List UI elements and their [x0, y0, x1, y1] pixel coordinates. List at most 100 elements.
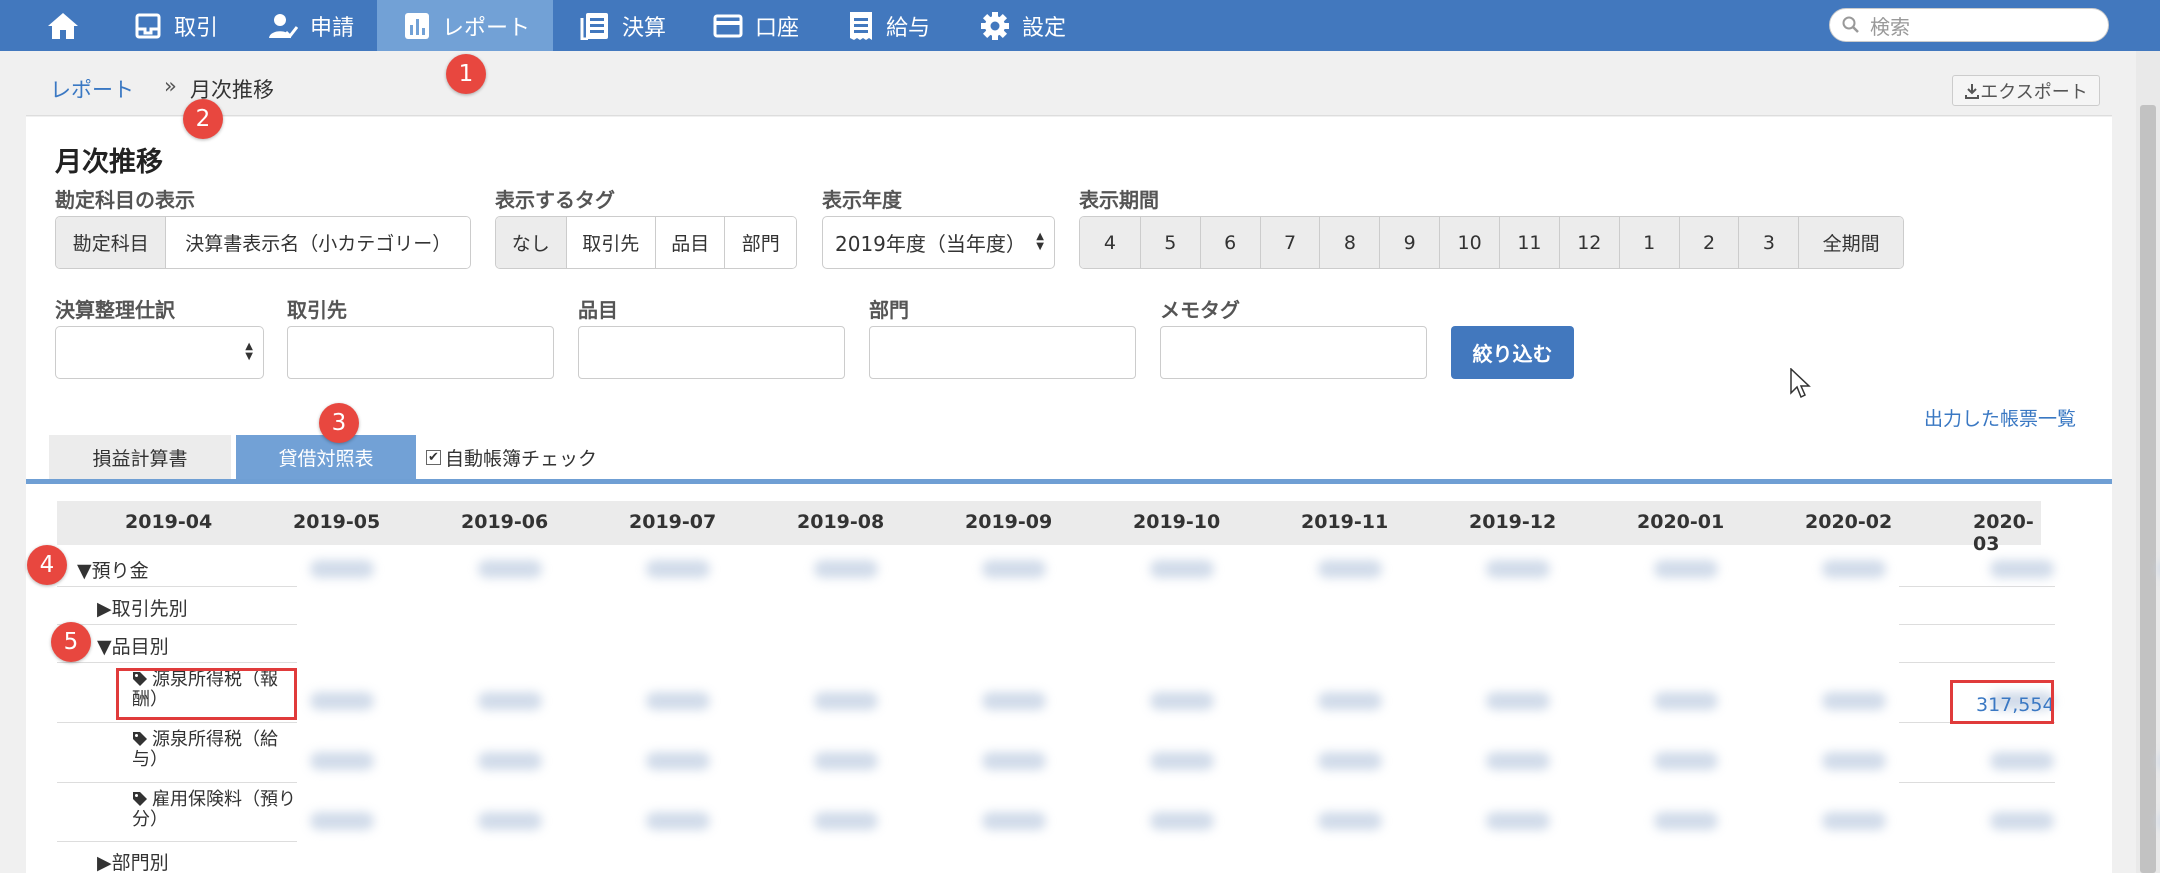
top-navigation: 取引 申請 レポート 決算 口座 給与 設定 検索	[0, 0, 2160, 51]
page-title: 月次推移	[55, 147, 163, 178]
month-header: 2020-01	[1637, 511, 1725, 533]
memo-tag-input[interactable]	[1160, 326, 1427, 379]
redacted-value	[1150, 560, 1214, 578]
period-option[interactable]: 4	[1080, 217, 1140, 268]
row-divider	[57, 662, 297, 663]
redacted-value	[1486, 812, 1550, 830]
nav-item-label: 給与	[886, 15, 931, 41]
period-option[interactable]: 1	[1618, 217, 1679, 268]
nav-item-accounts[interactable]: 口座	[713, 0, 799, 51]
row-employment-insurance[interactable]: 雇用保険料（預り分）	[132, 790, 302, 830]
month-header: 2019-09	[965, 511, 1053, 533]
tag-option-none[interactable]: なし	[496, 217, 566, 268]
month-header: 2019-11	[1301, 511, 1389, 533]
nav-item-transactions[interactable]: 取引	[134, 0, 218, 51]
nav-item-closing[interactable]: 決算	[580, 0, 666, 51]
row-deposits[interactable]: ▼預り金	[77, 556, 149, 583]
redacted-value	[310, 812, 374, 830]
period-label: 表示期間	[1079, 188, 1159, 212]
row-by-item[interactable]: ▼品目別	[97, 632, 169, 659]
closing-entries-select[interactable]: ▲ ▼	[55, 326, 264, 379]
tag-option-partner[interactable]: 取引先	[565, 217, 655, 268]
annotation-badge-5: 5	[51, 622, 91, 662]
nav-item-label: 申請	[310, 15, 355, 41]
tag-display-label: 表示するタグ	[495, 188, 615, 212]
table-header: 2019-04 2019-05 2019-06 2019-07 2019-08 …	[57, 501, 2041, 555]
mouse-cursor-icon	[1790, 368, 1811, 399]
redacted-value	[1318, 752, 1382, 770]
nav-item-settings[interactable]: 設定	[980, 0, 1066, 51]
row-divider	[1899, 624, 2055, 625]
period-option[interactable]: 7	[1259, 217, 1320, 268]
nav-home[interactable]	[46, 0, 92, 51]
filter-submit-button[interactable]: 絞り込む	[1451, 326, 1574, 379]
redacted-value	[1822, 812, 1886, 830]
account-display-option-statement-name[interactable]: 決算書表示名（小カテゴリー）	[165, 217, 470, 268]
row-label-text: 雇用保険料（預り分）	[132, 789, 296, 830]
department-input[interactable]	[869, 326, 1136, 379]
tag-display-toggle: なし 取引先 品目 部門	[495, 216, 797, 269]
home-icon	[48, 12, 78, 39]
account-display-label: 勘定科目の表示	[55, 188, 195, 212]
download-icon	[1965, 83, 1980, 99]
receipt-icon	[850, 11, 872, 40]
period-option[interactable]: 10	[1439, 217, 1500, 268]
redacted-value	[1654, 812, 1718, 830]
redacted-value	[1150, 752, 1214, 770]
breadcrumb-reports-link[interactable]: レポート	[50, 74, 134, 104]
tag-option-department[interactable]: 部門	[724, 217, 796, 268]
gear-icon	[981, 11, 1009, 40]
month-header: 2019-05	[293, 511, 381, 533]
row-divider	[57, 841, 297, 842]
redacted-value	[1654, 692, 1718, 710]
year-select[interactable]: 2019年度（当年度） ▲ ▼	[822, 216, 1055, 269]
period-option[interactable]: 2	[1678, 217, 1739, 268]
row-by-partner[interactable]: ▶取引先別	[97, 594, 188, 621]
redacted-value	[1150, 692, 1214, 710]
auto-check-label: 自動帳簿チェック	[445, 448, 598, 470]
tab-underline	[26, 479, 2112, 484]
month-header: 2019-12	[1469, 511, 1557, 533]
tag-option-item[interactable]: 品目	[654, 217, 725, 268]
period-option[interactable]: 6	[1199, 217, 1260, 268]
redacted-value	[478, 812, 542, 830]
row-divider	[1899, 662, 2055, 663]
redacted-value	[814, 812, 878, 830]
period-option[interactable]: 9	[1379, 217, 1440, 268]
search-input[interactable]: 検索	[1829, 8, 2109, 42]
year-select-value: 2019年度（当年度）	[835, 232, 1026, 256]
breadcrumb-separator: »	[164, 74, 177, 98]
redacted-value	[1318, 812, 1382, 830]
nav-item-requests[interactable]: 申請	[268, 0, 354, 51]
redacted-value	[1318, 560, 1382, 578]
scrollbar-thumb[interactable]	[2140, 105, 2156, 873]
tab-income-statement[interactable]: 損益計算書	[49, 435, 231, 480]
row-withholding-tax-salary[interactable]: 源泉所得税（給与）	[132, 730, 302, 770]
period-option-all[interactable]: 全期間	[1798, 217, 1903, 268]
redacted-value	[814, 752, 878, 770]
auto-check-checkbox[interactable]: ✔ 自動帳簿チェック	[426, 444, 597, 471]
redacted-value	[310, 752, 374, 770]
tag-icon	[133, 732, 147, 746]
period-option[interactable]: 8	[1319, 217, 1380, 268]
item-input[interactable]	[578, 326, 845, 379]
row-divider	[57, 782, 297, 783]
period-option[interactable]: 11	[1499, 217, 1559, 268]
period-option[interactable]: 5	[1139, 217, 1200, 268]
search-icon	[1842, 16, 1859, 33]
nav-item-reports[interactable]: レポート	[377, 0, 553, 51]
nav-item-payroll[interactable]: 給与	[848, 0, 930, 51]
tab-balance-sheet[interactable]: 貸借対照表	[236, 435, 416, 480]
redacted-value	[1318, 692, 1382, 710]
redacted-value	[1654, 560, 1718, 578]
export-button[interactable]: エクスポート	[1952, 75, 2100, 106]
period-option[interactable]: 12	[1558, 217, 1619, 268]
partner-input[interactable]	[287, 326, 554, 379]
year-label: 表示年度	[822, 188, 902, 212]
output-list-link[interactable]: 出力した帳票一覧	[1924, 404, 2076, 431]
redacted-value	[310, 560, 374, 578]
period-option[interactable]: 3	[1738, 217, 1799, 268]
select-arrows-icon: ▲ ▼	[1036, 231, 1044, 252]
account-display-option-account[interactable]: 勘定科目	[56, 217, 166, 268]
row-by-department[interactable]: ▶部門別	[97, 848, 169, 873]
